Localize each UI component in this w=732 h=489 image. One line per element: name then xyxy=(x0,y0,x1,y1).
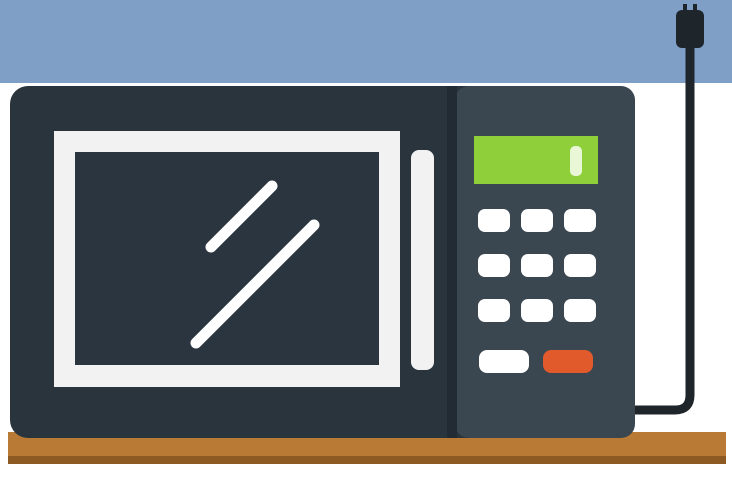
keypad-button xyxy=(478,299,510,322)
door-glass xyxy=(75,152,379,365)
keypad-button xyxy=(478,254,510,277)
power-cord xyxy=(625,43,695,415)
wall-band xyxy=(0,0,732,83)
keypad-button xyxy=(521,209,553,232)
keypad-button xyxy=(521,254,553,277)
plug-pin-left xyxy=(683,4,687,14)
keypad-button xyxy=(564,299,596,322)
panel-divider xyxy=(447,86,457,438)
plug-icon xyxy=(676,10,704,48)
display-indicator xyxy=(570,146,582,176)
microwave-illustration xyxy=(0,0,732,464)
shelf-edge xyxy=(8,456,726,464)
door-handle xyxy=(411,150,434,370)
keypad-button xyxy=(564,254,596,277)
microwave-scene xyxy=(0,0,732,489)
keypad xyxy=(478,209,596,322)
start-button xyxy=(543,350,593,373)
keypad-button xyxy=(521,299,553,322)
keypad-button xyxy=(564,209,596,232)
plug-pin-right xyxy=(693,4,697,14)
keypad-button xyxy=(478,209,510,232)
stop-button xyxy=(479,350,529,373)
